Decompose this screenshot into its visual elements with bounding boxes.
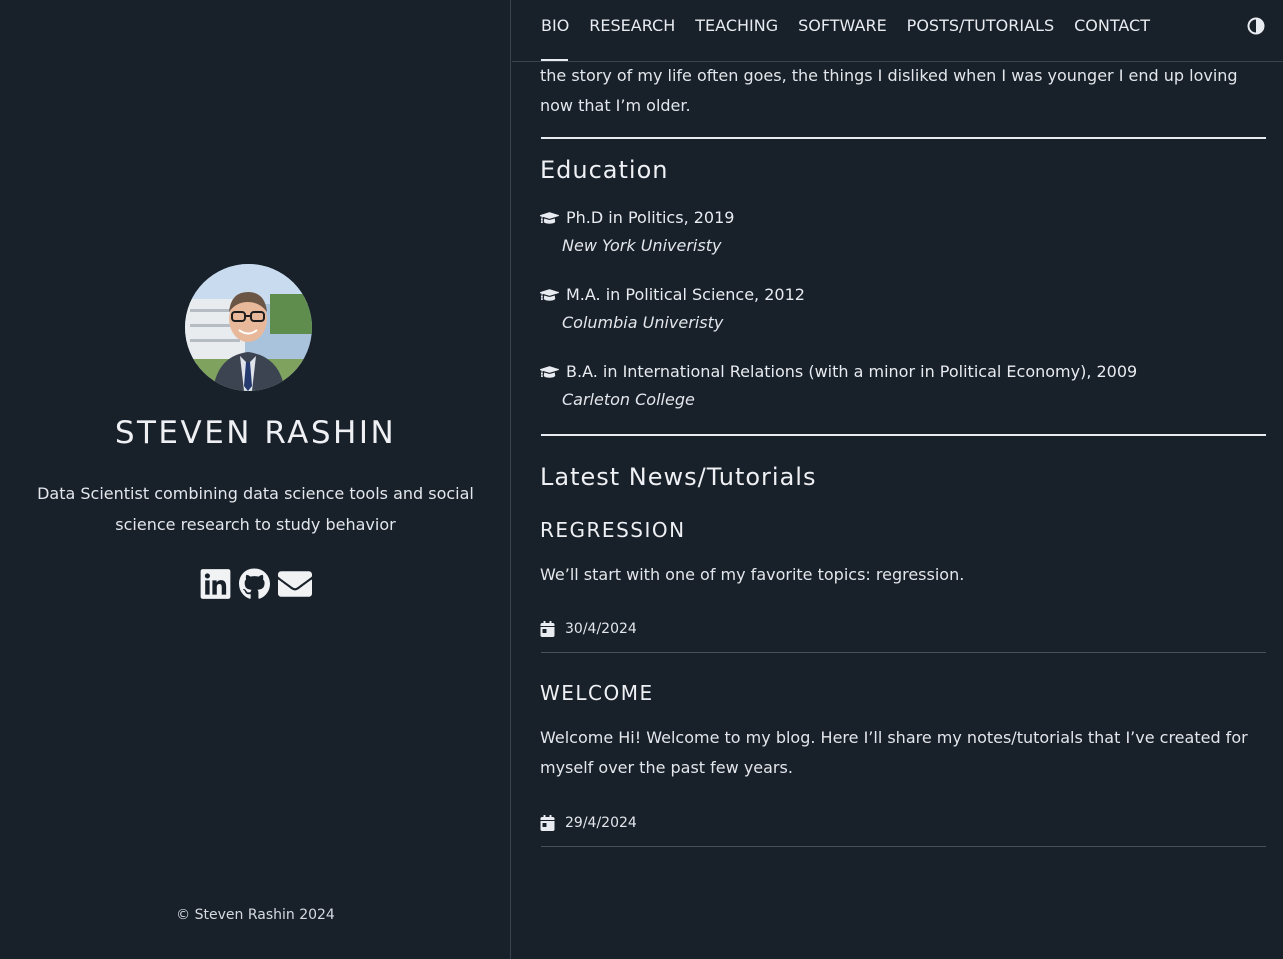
nav-teaching[interactable]: TEACHING [695,16,778,36]
nav-bio[interactable]: BIO [541,16,569,36]
nav-software[interactable]: SOFTWARE [798,16,887,36]
graduation-cap-icon [540,211,559,224]
linkedin-icon[interactable] [200,567,231,601]
profile-tagline: Data Scientist combining data science to… [37,484,474,534]
education-item: Ph.D in Politics, 2019 New York Univeris… [540,208,1266,255]
post-title-regression[interactable]: REGRESSION [540,518,686,542]
main-content: the story of my life often goes, the thi… [540,62,1266,959]
sidebar: STEVEN RASHIN Data Scientist combining d… [0,0,511,959]
nav-posts-tutorials[interactable]: POSTS/TUTORIALS [907,16,1054,36]
degree-label: B.A. in International Relations (with a … [566,362,1138,381]
github-icon[interactable] [238,567,270,601]
post-date-text: 30/4/2024 [565,621,637,637]
bio-text: the story of my life often goes, the thi… [540,66,1238,115]
copyright: © Steven Rashin 2024 [176,907,335,923]
social-links [0,567,511,601]
avatar [185,264,312,391]
profile-name: STEVEN RASHIN [114,415,397,451]
post-date: 30/4/2024 [540,621,637,637]
nav-active-indicator [541,59,568,61]
graduation-cap-icon [540,365,559,378]
section-divider [541,137,1266,139]
section-divider [541,434,1266,436]
education-item: M.A. in Political Science, 2012 Columbia… [540,285,1266,332]
school-name: Carleton College [562,390,695,409]
degree-label: Ph.D in Politics, 2019 [566,208,735,227]
post-divider [541,846,1266,847]
degree-label: M.A. in Political Science, 2012 [566,285,805,304]
envelope-icon[interactable] [277,567,312,601]
school-name: New York Univeristy [562,236,722,255]
post-date-text: 29/4/2024 [565,815,637,831]
nav-contact[interactable]: CONTACT [1074,16,1150,36]
top-nav: BIO RESEARCH TEACHING SOFTWARE POSTS/TUT… [512,0,1283,62]
news-heading: Latest News/Tutorials [540,463,817,491]
education-item: B.A. in International Relations (with a … [540,362,1266,409]
school-name: Columbia Univeristy [562,313,724,332]
post-divider [541,652,1266,653]
education-heading: Education [540,156,669,184]
post-title-welcome[interactable]: WELCOME [540,681,654,705]
graduation-cap-icon [540,288,559,301]
calendar-icon [540,815,555,831]
post-excerpt: Welcome Hi! Welcome to my blog. Here I’l… [540,728,1248,777]
calendar-icon [540,621,555,637]
nav-research[interactable]: RESEARCH [589,16,675,36]
contrast-icon[interactable] [1247,17,1265,35]
post-excerpt: We’ll start with one of my favorite topi… [540,565,965,584]
post-date: 29/4/2024 [540,815,637,831]
